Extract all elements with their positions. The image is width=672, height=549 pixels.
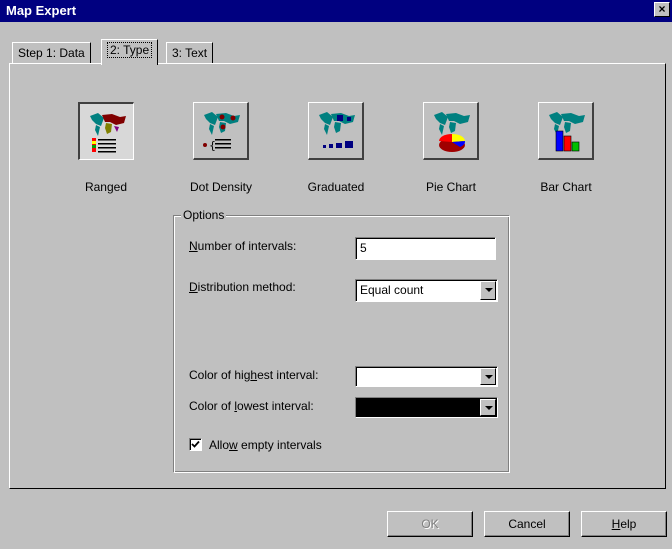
ok-button[interactable]: OK	[387, 511, 473, 537]
svg-text:{: {	[209, 139, 216, 152]
ranged-map-icon	[90, 113, 126, 153]
close-button[interactable]: ×	[654, 2, 670, 17]
bar-chart-map-icon	[549, 112, 585, 152]
distribution-label: Distribution method:	[189, 280, 296, 294]
chevron-down-icon[interactable]	[480, 281, 496, 300]
checkmark-icon	[191, 440, 200, 448]
pie-chart-label: Pie Chart	[425, 180, 477, 194]
tab-type-label: 2: Type	[107, 42, 153, 58]
tab-text[interactable]: 3: Text	[166, 42, 214, 64]
graduated-label: Graduated	[307, 180, 365, 194]
bar-chart-label: Bar Chart	[540, 180, 592, 194]
help-button[interactable]: Help	[581, 511, 667, 537]
lowest-color-label: Color of lowest interval:	[189, 399, 314, 413]
chevron-down-icon[interactable]	[480, 368, 496, 385]
pie-chart-map-icon	[434, 112, 470, 152]
tab-data[interactable]: Step 1: Data	[12, 42, 91, 64]
window-title: Map Expert	[6, 3, 77, 18]
lowest-color-select[interactable]	[355, 397, 498, 418]
allow-empty-checkbox[interactable]	[189, 438, 202, 451]
distribution-select[interactable]: Equal count	[355, 279, 498, 302]
title-bar: Map Expert ×	[0, 0, 672, 22]
intervals-input[interactable]: 5	[355, 237, 496, 260]
chevron-down-icon[interactable]	[480, 399, 496, 416]
bar-chart-button[interactable]	[538, 102, 594, 160]
graduated-button[interactable]	[308, 102, 364, 160]
allow-empty-label[interactable]: Allow empty intervals	[209, 438, 322, 452]
dot-density-button[interactable]: {	[193, 102, 249, 160]
tab-type[interactable]: 2: Type	[101, 39, 159, 65]
close-icon: ×	[658, 2, 666, 16]
highest-color-select[interactable]	[355, 366, 498, 387]
intervals-label: Number of intervals:	[189, 239, 297, 253]
cancel-button[interactable]: Cancel	[484, 511, 570, 537]
tab-data-label: Step 1: Data	[18, 46, 85, 60]
ranged-label: Ranged	[84, 180, 128, 194]
options-group-title: Options	[181, 208, 227, 222]
pie-chart-button[interactable]	[423, 102, 479, 160]
dot-density-map-icon: {	[203, 112, 240, 152]
graduated-map-icon	[319, 112, 355, 148]
dot-density-label: Dot Density	[189, 180, 253, 194]
tab-text-label: 3: Text	[172, 46, 208, 60]
distribution-value: Equal count	[360, 283, 424, 297]
ranged-button[interactable]	[78, 102, 134, 160]
highest-color-label: Color of highest interval:	[189, 368, 319, 382]
